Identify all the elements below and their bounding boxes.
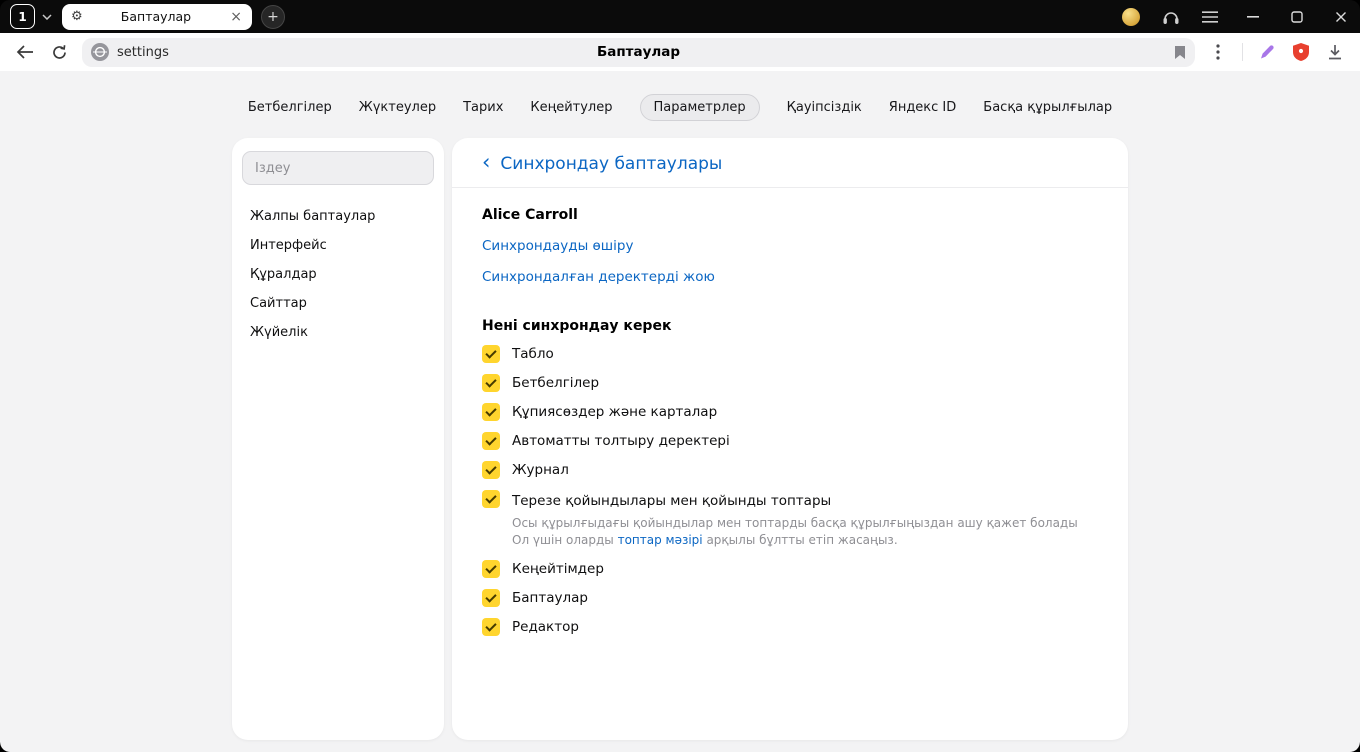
checkbox-checked-icon[interactable] bbox=[482, 490, 500, 508]
delete-synced-data-link[interactable]: Синхрондалған деректерді жою bbox=[482, 269, 1098, 285]
sync-option-label: Автоматты толтыру деректері bbox=[512, 433, 730, 449]
sync-option-label: Редактор bbox=[512, 619, 579, 635]
tabs-chevron-down-icon[interactable] bbox=[42, 13, 52, 20]
sync-option-description: Осы құрылғыдағы қойындылар мен топтарды … bbox=[512, 515, 1078, 549]
checkbox-checked-icon[interactable] bbox=[482, 432, 500, 450]
tab-groups-menu-link[interactable]: топтар мәзірі bbox=[618, 533, 703, 547]
checkbox-checked-icon[interactable] bbox=[482, 374, 500, 392]
sync-option-tabs-groups[interactable]: Терезе қойындылары мен қойынды топтары О… bbox=[482, 490, 1098, 549]
description-line-2-prefix: Ол үшін оларды bbox=[512, 533, 618, 547]
tab-close-icon[interactable]: × bbox=[229, 10, 243, 24]
checkbox-checked-icon[interactable] bbox=[482, 618, 500, 636]
sync-option-label: Бетбелгілер bbox=[512, 375, 600, 391]
settings-page: Бетбелгілер Жүктеулер Тарих Кеңейтулер П… bbox=[0, 71, 1360, 752]
sync-option-extensions[interactable]: Кеңейтімдер bbox=[482, 560, 1098, 578]
settings-nav-tabs: Бетбелгілер Жүктеулер Тарих Кеңейтулер П… bbox=[0, 71, 1360, 138]
disable-sync-link[interactable]: Синхрондауды өшіру bbox=[482, 238, 1098, 254]
headset-icon[interactable] bbox=[1162, 9, 1180, 25]
sidebar-item-sites[interactable]: Сайттар bbox=[242, 289, 434, 318]
reload-button[interactable] bbox=[44, 37, 74, 67]
sync-option-label: Құпиясөздер және карталар bbox=[512, 404, 718, 420]
site-badge-icon bbox=[91, 43, 109, 61]
close-button[interactable] bbox=[1332, 8, 1350, 26]
description-line-1: Осы құрылғыдағы қойындылар мен топтарды … bbox=[512, 516, 1078, 530]
checkbox-checked-icon[interactable] bbox=[482, 345, 500, 363]
sidebar-item-tools[interactable]: Құралдар bbox=[242, 260, 434, 289]
download-icon[interactable] bbox=[1320, 37, 1350, 67]
tab-title: Баптаулар bbox=[120, 9, 192, 24]
back-button[interactable] bbox=[10, 37, 40, 67]
pen-icon[interactable] bbox=[1252, 37, 1282, 67]
tab-history[interactable]: Тарих bbox=[463, 100, 503, 115]
back-chevron-icon[interactable]: ‹ bbox=[482, 152, 490, 173]
address-bar[interactable]: settings Баптаулар bbox=[82, 37, 1195, 67]
tab-yandex-id[interactable]: Яндекс ID bbox=[889, 100, 957, 115]
minimize-button[interactable] bbox=[1244, 8, 1262, 26]
toolbar: settings Баптаулар bbox=[0, 33, 1360, 71]
tab-bookmarks[interactable]: Бетбелгілер bbox=[248, 100, 332, 115]
sync-option-scoreboard[interactable]: Табло bbox=[482, 345, 1098, 363]
panel-header: ‹ Синхрондау баптаулары bbox=[452, 138, 1128, 188]
sync-option-label: Терезе қойындылары мен қойынды топтары bbox=[512, 493, 832, 509]
browser-menu-icon[interactable] bbox=[1202, 10, 1218, 23]
checkbox-checked-icon[interactable] bbox=[482, 461, 500, 479]
search-input[interactable] bbox=[242, 151, 434, 185]
browser-tab-settings[interactable]: ⚙ Баптаулар × bbox=[62, 3, 252, 30]
sync-option-passwords-cards[interactable]: Құпиясөздер және карталар bbox=[482, 403, 1098, 421]
tab-other-devices[interactable]: Басқа құрылғылар bbox=[983, 100, 1112, 115]
sidebar-item-general[interactable]: Жалпы баптаулар bbox=[242, 202, 434, 231]
profile-avatar[interactable] bbox=[1122, 7, 1140, 26]
sync-option-label: Баптаулар bbox=[512, 590, 588, 606]
url-text[interactable]: settings bbox=[117, 45, 169, 60]
titlebar: 1 ⚙ Баптаулар × + bbox=[0, 0, 1360, 33]
account-name: Alice Carroll bbox=[482, 207, 578, 223]
sync-option-bookmarks[interactable]: Бетбелгілер bbox=[482, 374, 1098, 392]
tab-security[interactable]: Қауіпсіздік bbox=[787, 100, 862, 115]
protect-shield-icon[interactable] bbox=[1286, 37, 1316, 67]
description-line-2-suffix: арқылы бұлтты етіп жасаңыз. bbox=[702, 533, 898, 547]
tab-counter-button[interactable]: 1 bbox=[10, 4, 35, 29]
new-tab-button[interactable]: + bbox=[261, 4, 285, 29]
panel-body: Alice Carroll Синхрондауды өшіру Синхрон… bbox=[452, 188, 1128, 656]
tab-extensions[interactable]: Кеңейтулер bbox=[530, 100, 612, 115]
sync-option-history[interactable]: Журнал bbox=[482, 461, 1098, 479]
sync-option-tabs-groups-text: Терезе қойындылары мен қойынды топтары О… bbox=[512, 490, 1078, 549]
checkbox-checked-icon[interactable] bbox=[482, 403, 500, 421]
kebab-menu-icon[interactable] bbox=[1203, 37, 1233, 67]
page-title: Баптаулар bbox=[596, 44, 681, 60]
toolbar-divider bbox=[1242, 43, 1243, 61]
sidebar-item-system[interactable]: Жүйелік bbox=[242, 318, 434, 347]
sync-option-label: Кеңейтімдер bbox=[512, 561, 604, 577]
browser-window: 1 ⚙ Баптаулар × + settings Баптаулар Бет… bbox=[0, 0, 1360, 752]
maximize-button[interactable] bbox=[1288, 8, 1306, 26]
sync-option-settings[interactable]: Баптаулар bbox=[482, 589, 1098, 607]
checkbox-checked-icon[interactable] bbox=[482, 560, 500, 578]
panel-title: Синхрондау баптаулары bbox=[500, 153, 723, 174]
tab-downloads[interactable]: Жүктеулер bbox=[359, 100, 436, 115]
sync-option-editor[interactable]: Редактор bbox=[482, 618, 1098, 636]
sync-settings-panel: ‹ Синхрондау баптаулары Alice Carroll Си… bbox=[452, 138, 1128, 740]
sidebar-items: Жалпы баптаулар Интерфейс Құралдар Сайтт… bbox=[242, 202, 434, 347]
section-title: Нені синхрондау керек bbox=[482, 318, 672, 334]
settings-columns: Жалпы баптаулар Интерфейс Құралдар Сайтт… bbox=[232, 138, 1128, 752]
titlebar-right bbox=[1122, 7, 1350, 26]
sync-option-autofill[interactable]: Автоматты толтыру деректері bbox=[482, 432, 1098, 450]
sync-option-label: Табло bbox=[512, 346, 554, 362]
gear-icon: ⚙ bbox=[71, 9, 83, 24]
sidebar-item-interface[interactable]: Интерфейс bbox=[242, 231, 434, 260]
sync-option-label: Журнал bbox=[512, 462, 569, 478]
settings-sidebar: Жалпы баптаулар Интерфейс Құралдар Сайтт… bbox=[232, 138, 444, 740]
bookmark-icon[interactable] bbox=[1174, 45, 1186, 60]
tab-settings[interactable]: Параметрлер bbox=[639, 94, 760, 121]
checkbox-checked-icon[interactable] bbox=[482, 589, 500, 607]
